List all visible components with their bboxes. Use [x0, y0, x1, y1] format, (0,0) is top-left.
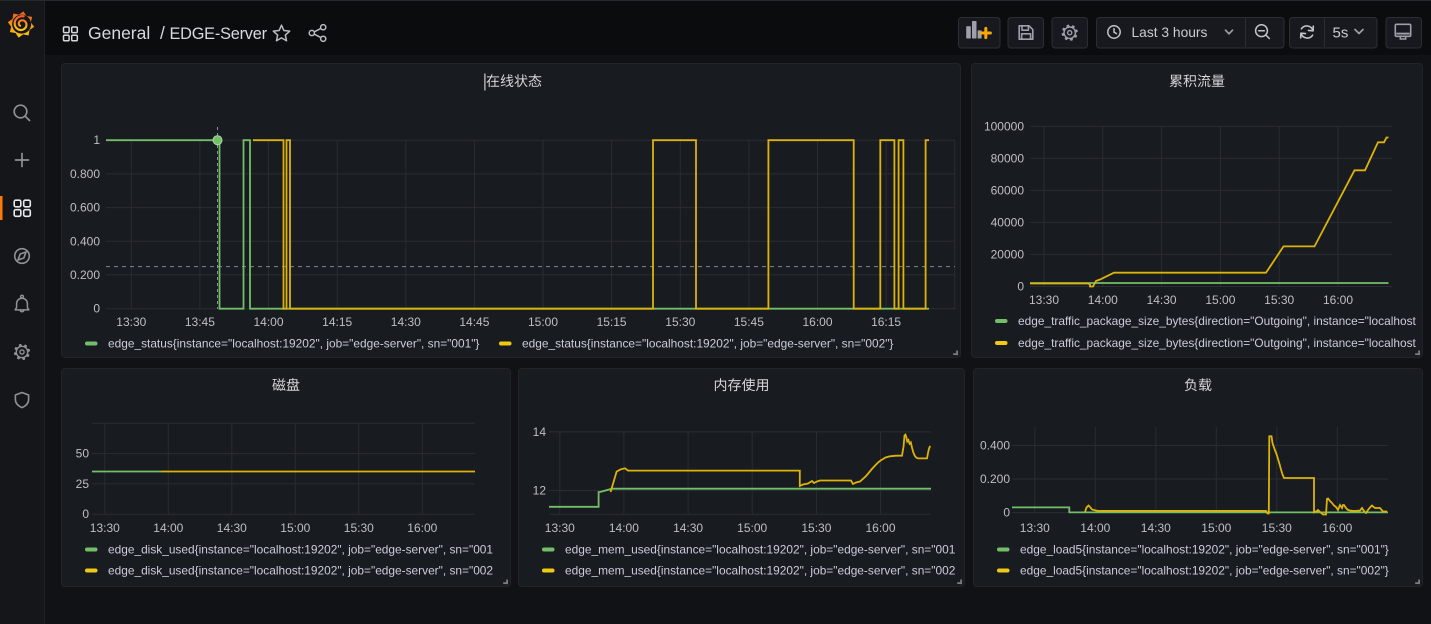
- svg-text:14:30: 14:30: [1147, 293, 1177, 307]
- svg-text:0.200: 0.200: [980, 472, 1010, 486]
- svg-text:14:00: 14:00: [1088, 293, 1118, 307]
- svg-text:edge_disk_used{instance="local: edge_disk_used{instance="localhost:19202…: [108, 564, 493, 578]
- svg-text:16:00: 16:00: [865, 521, 895, 535]
- svg-text:14:30: 14:30: [673, 521, 703, 535]
- svg-text:14:00: 14:00: [609, 521, 639, 535]
- svg-text:14:30: 14:30: [391, 315, 421, 329]
- svg-text:12: 12: [533, 484, 547, 498]
- svg-text:edge_status{instance="localhos: edge_status{instance="localhost:19202", …: [108, 337, 479, 351]
- svg-text:edge_traffic_package_size_byte: edge_traffic_package_size_bytes{directio…: [1018, 314, 1431, 328]
- svg-text:14:00: 14:00: [153, 521, 183, 535]
- svg-text:16:00: 16:00: [407, 521, 437, 535]
- svg-text:14:45: 14:45: [459, 315, 489, 329]
- svg-text:40000: 40000: [991, 215, 1025, 229]
- svg-text:edge_mem_used{instance="localh: edge_mem_used{instance="localhost:19202"…: [565, 543, 956, 557]
- svg-text:0: 0: [1017, 280, 1024, 294]
- svg-text:16:00: 16:00: [1322, 521, 1352, 535]
- svg-text:14:30: 14:30: [1141, 521, 1171, 535]
- svg-text:15:15: 15:15: [597, 315, 627, 329]
- svg-text:0.200: 0.200: [70, 268, 100, 282]
- svg-text:15:00: 15:00: [528, 315, 558, 329]
- svg-text:0: 0: [93, 302, 100, 316]
- svg-text:15:00: 15:00: [1201, 521, 1231, 535]
- svg-text:edge_mem_used{instance="localh: edge_mem_used{instance="localhost:19202"…: [565, 564, 956, 578]
- svg-text:0.400: 0.400: [980, 439, 1010, 453]
- svg-text:60000: 60000: [991, 183, 1025, 197]
- svg-text:16:15: 16:15: [871, 315, 901, 329]
- svg-text:0: 0: [82, 507, 89, 521]
- svg-text:edge_disk_used{instance="local: edge_disk_used{instance="localhost:19202…: [108, 543, 493, 557]
- svg-text:15:00: 15:00: [1205, 293, 1235, 307]
- svg-text:14:15: 14:15: [322, 315, 352, 329]
- svg-text:16:00: 16:00: [1323, 293, 1353, 307]
- svg-text:14:30: 14:30: [217, 521, 247, 535]
- svg-text:13:30: 13:30: [116, 315, 146, 329]
- svg-text:edge_status{instance="localhos: edge_status{instance="localhost:19202", …: [522, 337, 893, 351]
- svg-text:13:30: 13:30: [545, 521, 575, 535]
- svg-text:0.600: 0.600: [70, 201, 100, 215]
- svg-text:edge_traffic_package_size_byte: edge_traffic_package_size_bytes{directio…: [1018, 336, 1431, 350]
- svg-text:13:45: 13:45: [185, 315, 215, 329]
- svg-text:13:30: 13:30: [1029, 293, 1059, 307]
- svg-text:1: 1: [93, 133, 100, 147]
- svg-text:15:00: 15:00: [737, 521, 767, 535]
- svg-text:14:00: 14:00: [1080, 521, 1110, 535]
- svg-text:15:30: 15:30: [1264, 293, 1294, 307]
- svg-text:15:30: 15:30: [665, 315, 695, 329]
- svg-text:14:00: 14:00: [253, 315, 283, 329]
- svg-text:edge_load5{instance="localhost: edge_load5{instance="localhost:19202", j…: [1020, 564, 1389, 578]
- svg-text:0.800: 0.800: [70, 167, 100, 181]
- svg-text:16:00: 16:00: [802, 315, 832, 329]
- svg-text:15:30: 15:30: [344, 521, 374, 535]
- svg-text:15:30: 15:30: [1262, 521, 1292, 535]
- svg-text:0: 0: [1003, 506, 1010, 520]
- svg-text:100000: 100000: [984, 119, 1024, 133]
- svg-text:14: 14: [533, 425, 547, 439]
- svg-text:edge_load5{instance="localhost: edge_load5{instance="localhost:19202", j…: [1020, 543, 1389, 557]
- svg-text:15:00: 15:00: [280, 521, 310, 535]
- svg-text:25: 25: [76, 477, 90, 491]
- svg-text:13:30: 13:30: [1020, 521, 1050, 535]
- svg-text:15:30: 15:30: [801, 521, 831, 535]
- svg-text:80000: 80000: [991, 151, 1025, 165]
- svg-text:20000: 20000: [991, 247, 1025, 261]
- svg-text:15:45: 15:45: [734, 315, 764, 329]
- svg-text:0.400: 0.400: [70, 234, 100, 248]
- svg-text:50: 50: [76, 447, 90, 461]
- svg-text:13:30: 13:30: [90, 521, 120, 535]
